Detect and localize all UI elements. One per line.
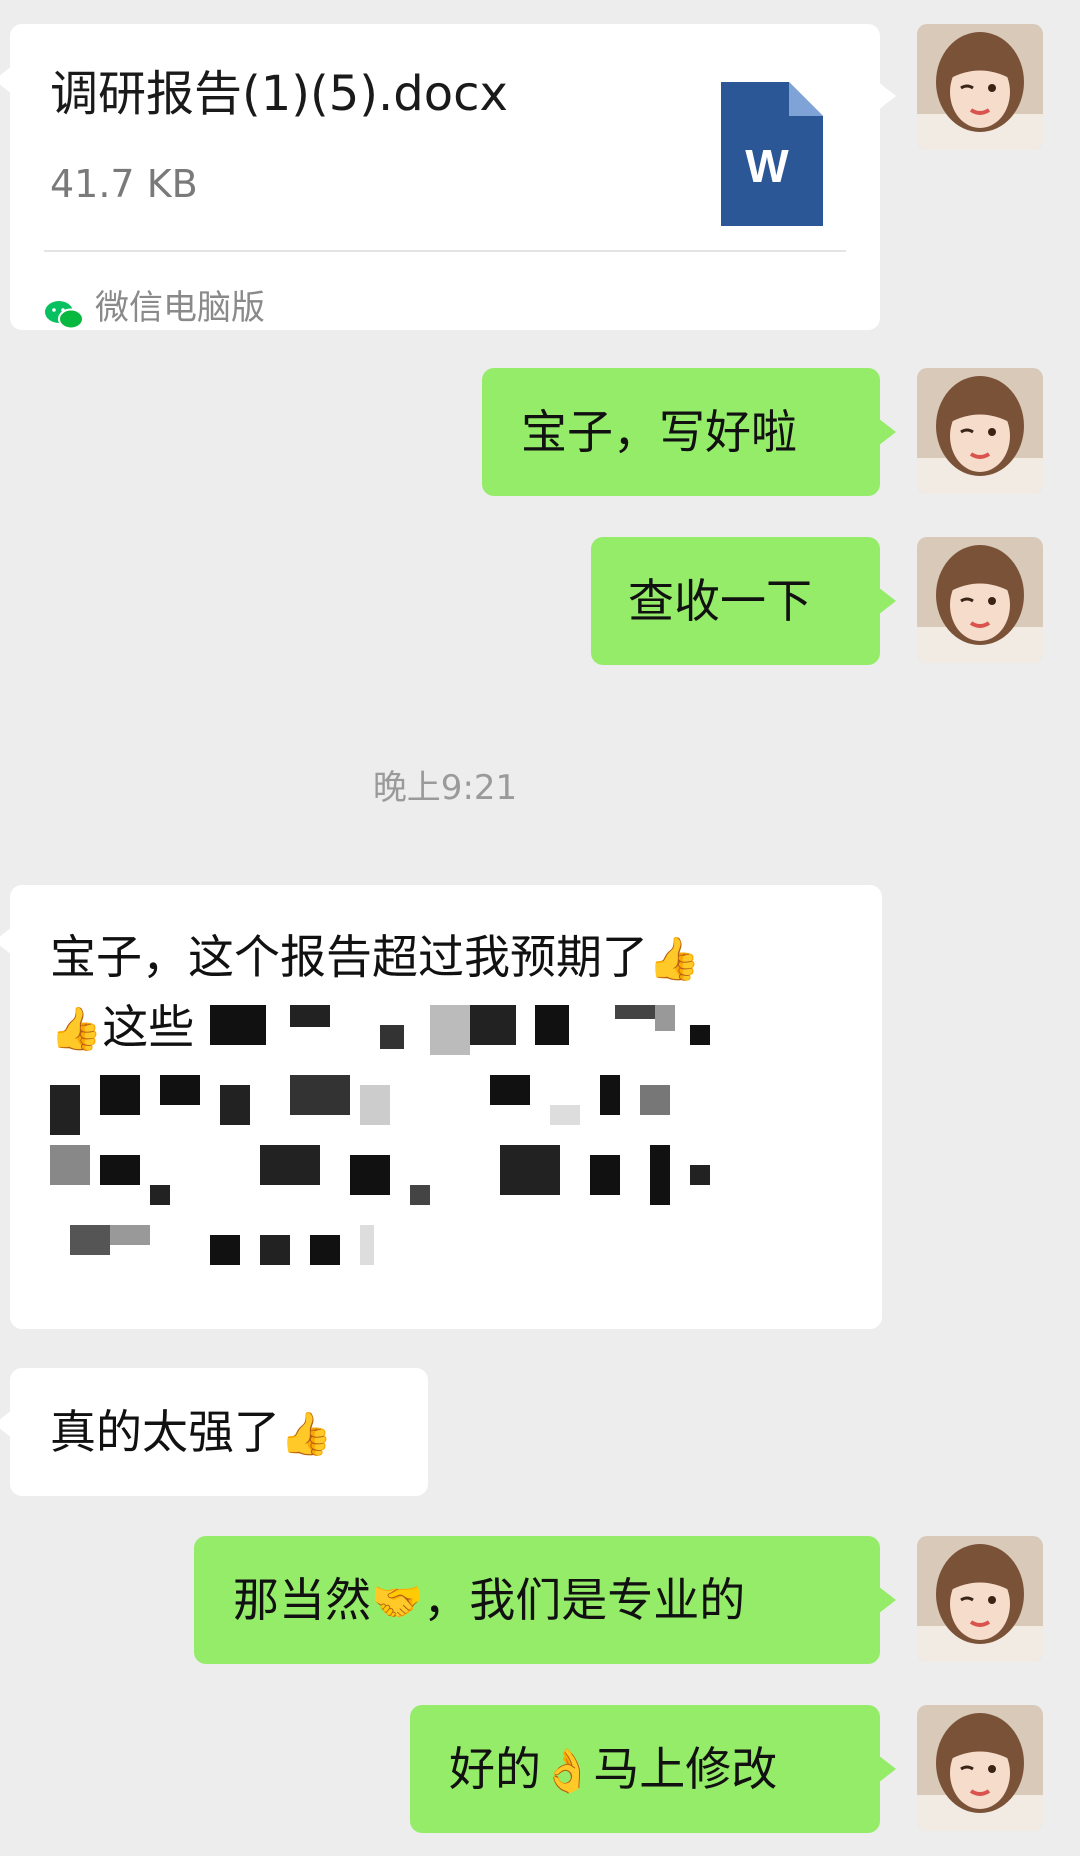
message-text: 宝子，写好啦 xyxy=(521,405,797,459)
file-divider xyxy=(44,250,846,252)
ok-hand-icon: 👌 xyxy=(541,1746,594,1795)
received-message-bubble[interactable]: 宝子，这个报告超过我预期了👍 👍这些 xyxy=(0,885,882,1329)
svg-text:W: W xyxy=(745,140,789,192)
message-text: 查收一下 xyxy=(628,574,812,628)
word-document-icon: W xyxy=(721,82,823,226)
sent-message-bubble[interactable]: 好的👌马上修改 xyxy=(410,1705,896,1833)
sent-message-bubble[interactable]: 那当然🤝，我们是专业的 xyxy=(194,1536,896,1664)
wechat-icon xyxy=(44,288,84,330)
avatar[interactable] xyxy=(917,1536,1043,1662)
avatar[interactable] xyxy=(917,1705,1043,1831)
thumbs-up-icon: 👍 xyxy=(648,934,701,983)
file-name: 调研报告(1)(5).docx xyxy=(50,66,508,122)
file-message-bubble[interactable]: 调研报告(1)(5).docx 41.7 KB W 微信电脑版 xyxy=(0,24,896,330)
sent-message-bubble[interactable]: 查收一下 xyxy=(591,537,896,665)
sent-message-bubble[interactable]: 宝子，写好啦 xyxy=(482,368,896,496)
thumbs-up-icon: 👍 xyxy=(280,1409,333,1458)
mosaic-redaction xyxy=(50,1005,850,1305)
handshake-icon: 🤝 xyxy=(371,1577,424,1626)
avatar[interactable] xyxy=(917,537,1043,663)
message-text: 宝子，这个报告超过我预期了 xyxy=(50,930,648,984)
message-text: 好的 xyxy=(449,1742,541,1796)
message-text: 马上修改 xyxy=(593,1742,778,1796)
avatar[interactable] xyxy=(917,368,1043,494)
message-text: 真的太强了 xyxy=(50,1405,280,1459)
source-label: 微信电脑版 xyxy=(95,288,265,328)
received-message-bubble[interactable]: 真的太强了👍 xyxy=(0,1368,428,1496)
file-size: 41.7 KB xyxy=(50,162,198,206)
message-text: 那当然 xyxy=(233,1573,371,1627)
avatar[interactable] xyxy=(917,24,1043,150)
message-text: ，我们是专业的 xyxy=(423,1573,746,1627)
timestamp: 晚上9:21 xyxy=(372,768,518,808)
